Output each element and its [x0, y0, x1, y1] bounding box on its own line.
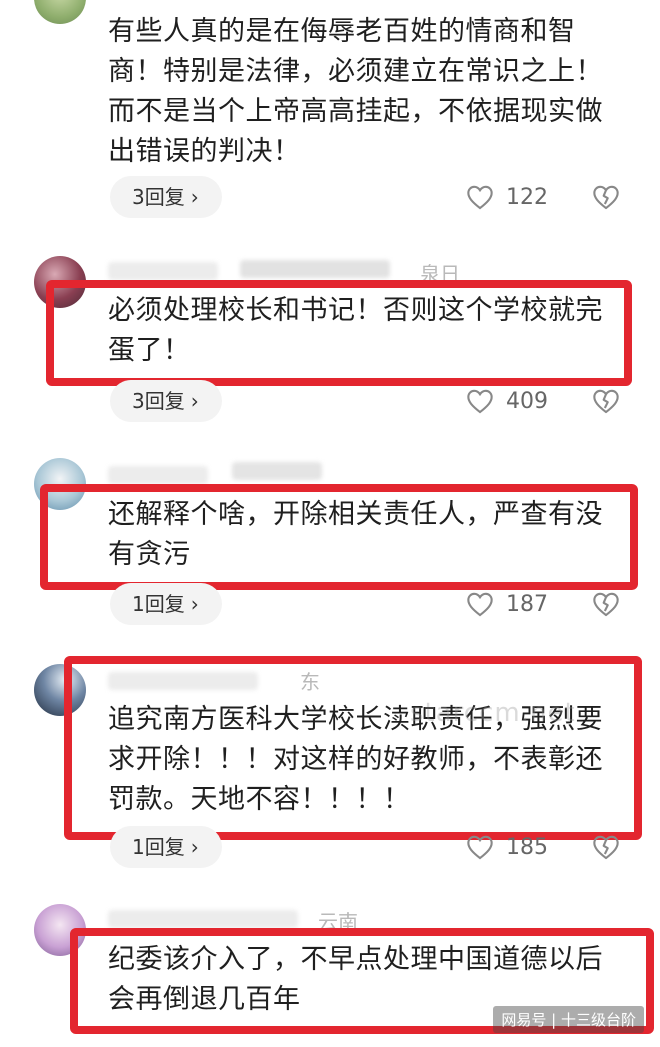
- chevron-right-icon: ›: [190, 389, 199, 413]
- like-button[interactable]: 409: [466, 380, 548, 422]
- username-blurred: [232, 462, 322, 480]
- broken-heart-icon[interactable]: [592, 590, 620, 618]
- username-blurred: [108, 262, 218, 280]
- like-count: 409: [506, 388, 548, 414]
- reply-count-label: 3回复: [132, 185, 185, 209]
- like-count: 122: [506, 184, 548, 210]
- reply-count-button[interactable]: 1回复 ›: [110, 826, 222, 868]
- reply-count-label: 3回复: [132, 389, 185, 413]
- highlight-box: [46, 280, 632, 386]
- chevron-right-icon: ›: [190, 592, 199, 616]
- reply-count-label: 1回复: [132, 592, 185, 616]
- heart-outline-icon: [467, 185, 493, 210]
- highlight-box: [64, 656, 642, 840]
- highlight-box: [40, 484, 638, 590]
- source-watermark: 网易号 | 十三级台阶: [493, 1006, 644, 1033]
- reply-count-button[interactable]: 1回复 ›: [110, 583, 222, 625]
- chevron-right-icon: ›: [190, 835, 199, 859]
- username-blurred: [108, 910, 298, 928]
- reply-count-button[interactable]: 3回复 ›: [110, 380, 222, 422]
- heart-outline-icon: [467, 389, 493, 414]
- reply-count-button[interactable]: 3回复 ›: [110, 176, 222, 218]
- like-button[interactable]: 185: [466, 826, 548, 868]
- chevron-right-icon: ›: [190, 185, 199, 209]
- broken-heart-icon[interactable]: [592, 833, 620, 861]
- like-count: 187: [506, 591, 548, 617]
- like-button[interactable]: 187: [466, 583, 548, 625]
- heart-outline-icon: [467, 835, 493, 860]
- comment-text: 有些人真的是在侮辱老百姓的情商和智商！特别是法律，必须建立在常识之上！而不是当个…: [108, 16, 603, 167]
- broken-heart-icon[interactable]: [592, 183, 620, 211]
- reply-count-label: 1回复: [132, 835, 185, 859]
- heart-outline-icon: [467, 592, 493, 617]
- like-button[interactable]: 122: [466, 176, 548, 218]
- watermark: starccm.net: [410, 698, 576, 728]
- username-blurred: [240, 260, 390, 278]
- avatar[interactable]: [34, 0, 86, 24]
- broken-heart-icon[interactable]: [592, 387, 620, 415]
- like-count: 185: [506, 834, 548, 860]
- username-blurred: [108, 466, 208, 484]
